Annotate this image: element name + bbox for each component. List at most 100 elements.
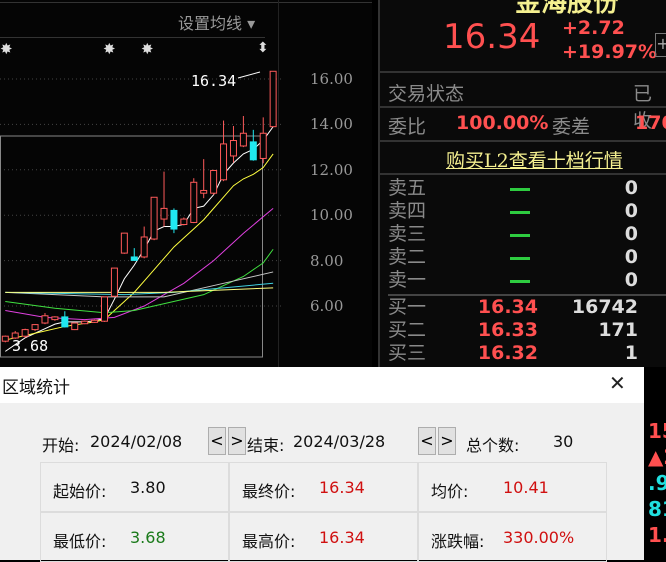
candle-body [41,315,49,324]
price-change: +2.72 [562,17,625,39]
stat-cell: 最高价: 16.34 [229,512,418,562]
level-label: 买三 [388,342,427,364]
candle-body [110,267,118,297]
candle-body [259,132,267,159]
candle-body [61,316,69,328]
sell-level-row[interactable]: 卖二—0 [388,246,666,269]
level-label: 卖二 [388,246,427,268]
buy-level-row[interactable]: 买三 16.32 1 [388,342,666,365]
level-volume: 0 [624,200,638,222]
y-tick-label: 12.00 [310,160,353,179]
start-next-button[interactable]: > [228,427,246,455]
region-stats-dialog: 区域统计 ✕ 开始: 2024/02/08 < > 结束: 2024/03/28… [0,367,644,562]
stat-value: 10.41 [503,478,549,497]
count-value: 30 [553,432,574,451]
dialog-title: 区域统计 [2,378,70,398]
stat-value: 3.68 [130,528,166,547]
stat-label: 最低价: [53,532,107,551]
level-volume: 171 [598,319,638,341]
candle-body [31,324,39,331]
end-label: 结束: [247,436,285,455]
buy-level-row[interactable]: 买二 16.33 171 [388,319,666,342]
status-label: 交易状态 [388,83,465,105]
expand-button[interactable]: + [655,33,666,57]
stat-cell: 起始价: 3.80 [40,462,229,512]
candle-body [51,316,59,321]
level-label: 卖三 [388,223,427,245]
partial-quote-value: ▲2. [648,445,666,469]
close-icon[interactable]: ✕ [609,371,626,395]
high-marker-label: 16.34 [191,72,237,90]
candle-body [200,189,208,194]
y-tick-label: 10.00 [310,206,353,225]
buy-level-row[interactable]: 买一 16.34 16742 [388,296,666,319]
partial-quote-value: 81 [648,497,666,521]
stat-value: 16.34 [319,528,365,547]
stat-value: 3.80 [130,478,166,497]
level-price: 16.32 [477,342,538,364]
candle-body [239,132,247,147]
level-label: 卖四 [388,200,427,222]
stat-label: 涨跌幅: [431,532,485,551]
ma-line-ma250 [5,287,274,293]
sell-level-row[interactable]: 卖五—0 [388,177,666,200]
high-marker-arrow [237,71,261,79]
stat-cell: 均价: 10.41 [418,462,607,512]
stat-label: 最高价: [242,532,296,551]
y-tick-label: 14.00 [310,115,353,134]
quote-panel: 金海股份 16.34 +2.72 +19.97% + 交易状态 已收 委比 10… [378,0,666,367]
sell-level-row[interactable]: 卖一—0 [388,269,666,292]
end-next-button[interactable]: > [438,427,456,455]
level-label: 卖一 [388,269,427,291]
candle-body [71,322,79,331]
stat-label: 均价: [431,482,469,501]
level-volume: 0 [624,223,638,245]
candle-body [101,296,108,322]
sell-level-row[interactable]: 卖四—0 [388,200,666,223]
candle-body [91,319,99,323]
y-tick-label: 16.00 [310,70,353,88]
kline-chart[interactable]: 设置均线 ▾ ✸ ✸ ✸ ⬍ 16.34 3.68 16.00 14.00 12.0… [0,0,372,367]
candle-body [210,169,218,194]
stat-value: 330.00% [503,528,575,547]
low-marker-label: 3.68 [12,337,49,355]
no-price-dash [510,280,530,283]
stat-label: 起始价: [53,482,107,501]
partial-quote-value: 1. [648,523,666,547]
wc-label: 委差 [552,116,591,138]
dialog-titlebar: 区域统计 ✕ [0,367,644,403]
candle-body [120,232,128,254]
level-volume: 0 [624,269,638,291]
candle-body [21,329,29,337]
end-prev-button[interactable]: < [418,427,436,455]
stat-cell: 最低价: 3.68 [40,512,229,562]
candle-body [1,335,9,342]
start-prev-button[interactable]: < [208,427,226,455]
partial-quote-value: 15. [648,419,666,443]
no-price-dash [510,257,530,260]
price-change-pct: +19.97% [562,41,658,63]
level-price: 16.34 [477,296,538,318]
candle-body [160,207,168,220]
wb-label: 委比 [388,116,427,138]
candle-body [150,196,158,240]
level-volume: 0 [624,246,638,268]
candle-body [180,218,188,226]
ma-line-ma20 [5,208,274,321]
candle-body [81,320,89,325]
stat-value: 16.34 [319,478,365,497]
stat-label: 最终价: [242,482,296,501]
stat-cell: 最终价: 16.34 [229,462,418,512]
candle-body [220,143,228,181]
ma-line-ma120 [5,282,274,296]
level-label: 买二 [388,319,427,341]
y-tick-label: 8.00 [310,251,344,270]
no-price-dash [510,234,530,237]
sell-level-row[interactable]: 卖三—0 [388,223,666,246]
l2-link[interactable]: 购买L2查看十档行情 [446,146,623,173]
level-volume: 16742 [571,296,638,318]
stat-cell: 涨跌幅: 330.00% [418,512,607,562]
start-label: 开始: [42,436,80,455]
candle-body [170,209,178,230]
candle-body [130,256,138,261]
